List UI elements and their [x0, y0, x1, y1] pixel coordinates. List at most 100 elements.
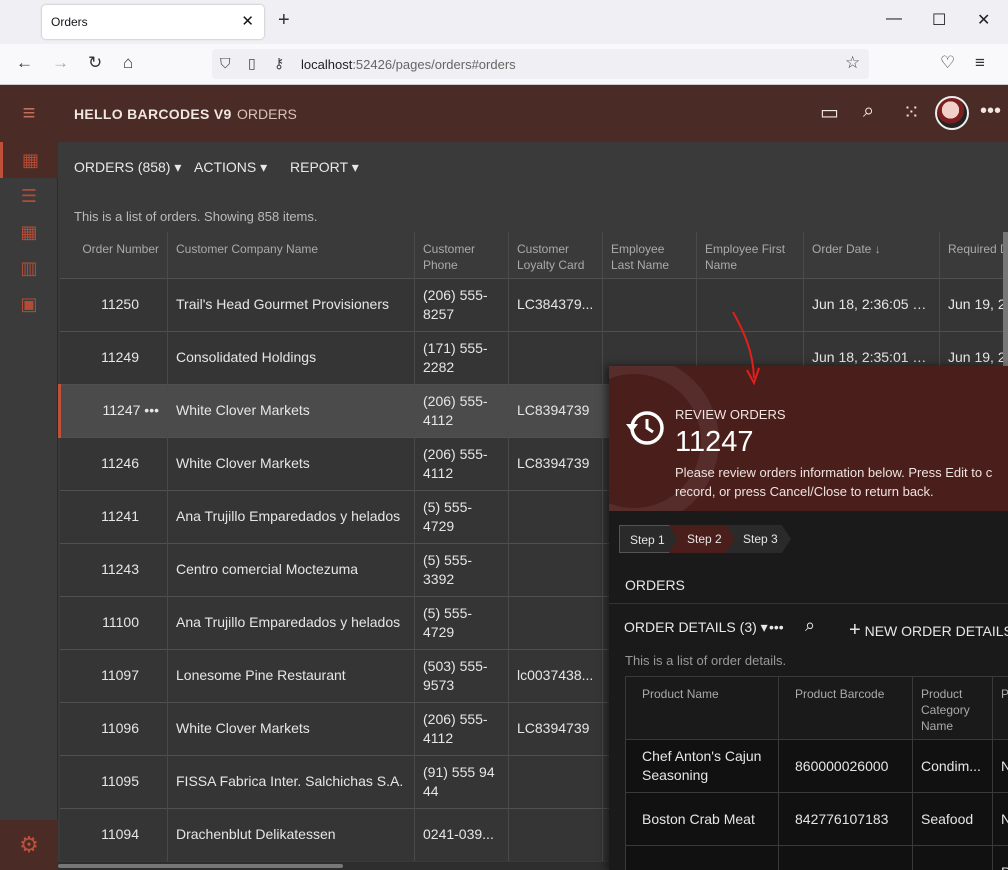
more-actions-icon[interactable]: ••• — [769, 619, 784, 635]
table-cell[interactable]: P — [992, 845, 1008, 870]
table-row[interactable]: P — [625, 845, 1008, 870]
settings-gear-icon[interactable]: ⚙ — [0, 820, 58, 870]
table-cell[interactable]: (206) 555-4112 — [414, 436, 509, 490]
table-cell[interactable]: (91) 555 94 44 — [414, 754, 509, 808]
sidebar-chart-icon[interactable]: ▥ — [0, 250, 58, 286]
actions-button[interactable]: ACTIONS ▾ — [194, 159, 267, 176]
table-cell[interactable] — [508, 595, 603, 649]
reload-icon[interactable]: ↻ — [88, 53, 102, 73]
fullscreen-icon[interactable]: ▭ — [820, 100, 839, 125]
table-cell[interactable]: LC384379... — [508, 277, 603, 331]
column-header[interactable]: Product Name — [625, 676, 779, 740]
table-cell[interactable]: LC8394739 — [508, 436, 603, 490]
table-cell[interactable]: Ana Trujillo Emparedados y helados — [167, 489, 415, 543]
table-cell[interactable]: 11246 — [59, 436, 168, 490]
column-header[interactable]: Customer Company Name — [167, 232, 415, 278]
table-cell[interactable]: (206) 555-8257 — [414, 277, 509, 331]
table-cell[interactable]: Lonesome Pine Restaurant — [167, 648, 415, 702]
table-cell[interactable]: (503) 555-9573 — [414, 648, 509, 702]
table-cell[interactable]: White Clover Markets — [167, 701, 415, 755]
bookmark-star-icon[interactable]: ☆ — [845, 53, 860, 73]
pocket-icon[interactable]: ♡ — [940, 53, 955, 73]
orders-view-button[interactable]: ORDERS (858) ▾ — [74, 159, 181, 176]
column-header[interactable]: Product Barcode — [778, 676, 913, 740]
table-cell[interactable]: 11241 — [59, 489, 168, 543]
table-cell[interactable]: (5) 555-4729 — [414, 595, 509, 649]
column-header[interactable]: Employee First Name — [696, 232, 804, 278]
search-icon[interactable]: ⌕ — [863, 100, 874, 123]
table-cell[interactable]: FISSA Fabrica Inter. Salchichas S.A. — [167, 754, 415, 808]
table-cell[interactable]: Consolidated Holdings — [167, 330, 415, 384]
table-cell[interactable] — [778, 845, 913, 870]
table-cell[interactable]: 11095 — [59, 754, 168, 808]
address-bar[interactable]: ⛉ ▯ ⚷ localhost:52426/pages/orders#order… — [212, 49, 869, 79]
new-tab-icon[interactable]: + — [278, 9, 290, 32]
table-row[interactable]: Boston Crab Meat842776107183SeafoodN S — [625, 792, 1008, 846]
step-2[interactable]: Step 2 — [669, 525, 735, 553]
table-cell[interactable]: Trail's Head Gourmet Provisioners — [167, 277, 415, 331]
table-cell[interactable] — [508, 542, 603, 596]
table-cell[interactable]: 0241-039... — [414, 807, 509, 861]
new-order-details-button[interactable]: + NEW ORDER DETAILS — [849, 619, 1008, 642]
table-cell[interactable]: 11094 — [59, 807, 168, 861]
menu-icon[interactable]: ≡ — [975, 53, 985, 73]
key-icon[interactable]: ⚷ — [274, 55, 284, 72]
step-1[interactable]: Step 1 — [619, 525, 679, 553]
column-header[interactable]: Customer Phone — [414, 232, 509, 278]
table-cell[interactable]: Jun 18, 2:36:05 PM — [803, 277, 940, 331]
column-header[interactable]: Product Category Name — [912, 676, 993, 740]
table-cell[interactable]: (5) 555-4729 — [414, 489, 509, 543]
maximize-icon[interactable]: ☐ — [932, 10, 946, 30]
table-cell[interactable]: Boston Crab Meat — [625, 792, 779, 846]
table-cell[interactable]: 11247 ••• — [58, 383, 168, 437]
table-cell[interactable]: White Clover Markets — [167, 383, 415, 437]
hamburger-menu-icon[interactable]: ≡ — [0, 85, 58, 142]
table-cell[interactable]: Condim... — [912, 739, 993, 793]
table-cell[interactable]: N S — [992, 792, 1008, 846]
column-header[interactable]: P C — [992, 676, 1008, 740]
sidebar-list-icon[interactable]: ☰ — [0, 178, 58, 214]
apps-grid-icon[interactable]: ⁙ — [903, 100, 920, 125]
forward-icon[interactable]: → — [52, 53, 69, 73]
back-icon[interactable]: ← — [16, 53, 33, 73]
table-cell[interactable] — [508, 807, 603, 861]
table-row[interactable]: Chef Anton's Cajun Seasoning 860000026000… — [625, 739, 1008, 793]
table-row[interactable]: 11250 Trail's Head Gourmet Provisioners (2… — [59, 277, 1008, 331]
table-cell[interactable]: 842776107183 — [778, 792, 913, 846]
table-cell[interactable] — [912, 845, 993, 870]
table-cell[interactable]: Centro comercial Moctezuma — [167, 542, 415, 596]
close-tab-icon[interactable]: ✕ — [241, 12, 254, 30]
table-cell[interactable]: 11250 — [59, 277, 168, 331]
table-cell[interactable]: 860000026000 — [778, 739, 913, 793]
sidebar-calendar-icon[interactable]: ▣ — [0, 286, 58, 322]
table-cell[interactable]: Jun 19, 2: — [939, 277, 1008, 331]
column-header[interactable]: Order Number — [59, 232, 168, 278]
breadcrumb[interactable]: ORDERS — [237, 106, 297, 122]
column-header[interactable]: Customer Loyalty Card — [508, 232, 603, 278]
table-cell[interactable]: Chef Anton's Cajun Seasoning — [625, 739, 779, 793]
table-cell[interactable] — [602, 277, 697, 331]
table-cell[interactable]: 11249 — [59, 330, 168, 384]
sidebar-cards-icon[interactable]: ▦ — [0, 214, 58, 250]
table-cell[interactable]: LC8394739 — [508, 383, 603, 437]
table-cell[interactable] — [508, 754, 603, 808]
table-cell[interactable]: (206) 555-4112 — [414, 701, 509, 755]
table-cell[interactable] — [508, 489, 603, 543]
order-details-button[interactable]: ORDER DETAILS (3) ▾ — [624, 619, 768, 636]
row-menu-icon[interactable]: ••• — [140, 402, 159, 418]
report-button[interactable]: REPORT ▾ — [290, 159, 359, 176]
close-window-icon[interactable]: ✕ — [977, 10, 990, 30]
column-header-sorted[interactable]: Order Date ↓ — [803, 232, 940, 278]
more-icon[interactable]: ••• — [980, 100, 1001, 123]
table-cell[interactable]: lc0037438... — [508, 648, 603, 702]
home-icon[interactable]: ⌂ — [123, 53, 133, 73]
table-cell[interactable]: LC8394739 — [508, 701, 603, 755]
column-header[interactable]: Required D — [939, 232, 1008, 278]
table-cell[interactable]: 11097 — [59, 648, 168, 702]
table-cell[interactable]: N C — [992, 739, 1008, 793]
minimize-icon[interactable]: — — [886, 10, 902, 28]
column-header[interactable]: Employee Last Name — [602, 232, 697, 278]
table-cell[interactable] — [625, 845, 779, 870]
shield-icon[interactable]: ⛉ — [220, 55, 231, 72]
table-cell[interactable]: 11100 — [59, 595, 168, 649]
